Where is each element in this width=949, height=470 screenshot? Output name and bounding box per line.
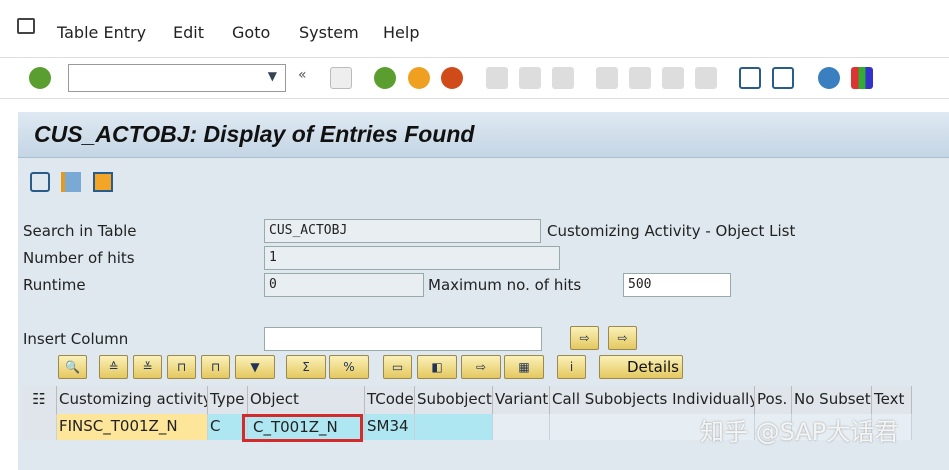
command-field[interactable]: ▼ (68, 64, 286, 92)
col-call-subobjects[interactable]: Call Subobjects Individually (550, 386, 755, 414)
refresh-icon[interactable] (30, 172, 50, 192)
details-label: Details (626, 358, 679, 376)
insert-column-field[interactable] (264, 327, 542, 351)
col-pos[interactable]: Pos. (755, 386, 792, 414)
enter-icon[interactable] (29, 67, 51, 89)
views-button[interactable]: ◧ (417, 355, 457, 379)
cell-variant[interactable] (493, 414, 550, 440)
sort-asc-button[interactable]: ≙ (99, 355, 128, 379)
details-button[interactable]: Details (599, 355, 683, 379)
layout-button[interactable]: ▦ (504, 355, 544, 379)
exit-icon[interactable] (408, 67, 430, 89)
new-session-icon[interactable] (739, 67, 761, 89)
first-page-icon (596, 67, 618, 89)
sort-desc-button[interactable]: ≚ (133, 355, 162, 379)
watermark: 知乎 @SAP大话君 (700, 418, 899, 446)
cell-object[interactable]: C_T001Z_N (242, 414, 365, 442)
menu-table-entry[interactable]: Table Entry (57, 23, 146, 42)
find-button[interactable]: ⊓ (167, 355, 196, 379)
help-icon[interactable] (818, 67, 840, 89)
collapse-icon[interactable]: « (298, 67, 320, 89)
find-next-icon (552, 67, 574, 89)
hits-field[interactable]: 1 (264, 246, 560, 270)
details-view-button[interactable]: 🔍 (58, 355, 87, 379)
menu-icon[interactable] (17, 18, 35, 34)
col-tcode[interactable]: TCode (365, 386, 415, 414)
menu-system[interactable]: System (299, 23, 359, 42)
next-page-icon (662, 67, 684, 89)
back-icon[interactable] (374, 67, 396, 89)
find-icon (519, 67, 541, 89)
dropdown-icon[interactable]: ▼ (268, 69, 277, 83)
print-icon (486, 67, 508, 89)
save-icon (330, 67, 352, 89)
runtime-field: 0 (264, 273, 424, 297)
cell-object-value: C_T001Z_N (242, 414, 363, 442)
cell-subobject[interactable] (415, 414, 493, 440)
menu-bar: Table Entry Edit Goto System Help (0, 0, 949, 56)
standard-toolbar: ▼ « (0, 57, 949, 99)
menu-help[interactable]: Help (383, 23, 419, 42)
table-description: Customizing Activity - Object List (547, 222, 796, 240)
col-text[interactable]: Text (872, 386, 912, 414)
sum-button[interactable]: Σ (286, 355, 326, 379)
page-title: CUS_ACTOBJ: Display of Entries Found (34, 121, 475, 147)
max-hits-field[interactable]: 500 (623, 273, 731, 297)
search-in-table-field: CUS_ACTOBJ (264, 219, 541, 243)
print-preview-button[interactable]: ▭ (383, 355, 412, 379)
col-type[interactable]: Type (208, 386, 248, 414)
info-button[interactable]: i (557, 355, 586, 379)
col-subobject[interactable]: Subobject (415, 386, 493, 414)
insert-column-label: Insert Column (23, 330, 129, 348)
cancel-icon[interactable] (441, 67, 463, 89)
layout-icon[interactable] (851, 67, 873, 89)
col-variant[interactable]: Variant (493, 386, 550, 414)
prev-page-icon (629, 67, 651, 89)
find-next-button[interactable]: ⊓ (201, 355, 230, 379)
select-all-icon[interactable]: ☷ (22, 386, 57, 414)
shortcut-icon[interactable] (772, 67, 794, 89)
filter-button[interactable]: ▼ (235, 355, 275, 379)
insert-column-end-button[interactable]: ⇨ (608, 326, 637, 350)
cell-customizing-activity[interactable]: FINSC_T001Z_N (57, 414, 208, 440)
search-in-table-label: Search in Table (23, 222, 137, 240)
title-bar: CUS_ACTOBJ: Display of Entries Found (18, 112, 949, 158)
insert-column-button[interactable]: ⇨ (570, 326, 599, 350)
hits-label: Number of hits (23, 249, 135, 267)
alv-icon[interactable] (93, 172, 113, 192)
menu-edit[interactable]: Edit (173, 23, 204, 42)
export-button[interactable]: ⇨ (461, 355, 501, 379)
row-selector[interactable] (22, 414, 57, 440)
settings-icon[interactable] (61, 172, 81, 192)
menu-goto[interactable]: Goto (232, 23, 270, 42)
col-customizing-activity[interactable]: Customizing activity (57, 386, 208, 414)
col-no-subset[interactable]: No Subset (792, 386, 872, 414)
cell-tcode[interactable]: SM34 (365, 414, 415, 440)
col-object[interactable]: Object (248, 386, 365, 414)
max-hits-label: Maximum no. of hits (428, 276, 582, 294)
runtime-label: Runtime (23, 276, 86, 294)
subtotal-button[interactable]: % (329, 355, 369, 379)
last-page-icon (695, 67, 717, 89)
